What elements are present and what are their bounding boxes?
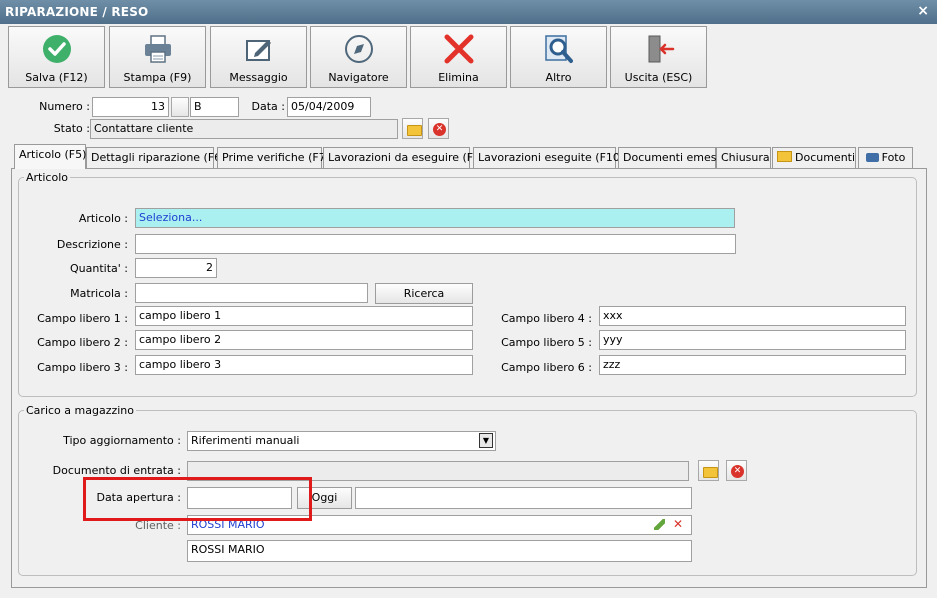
serie-field[interactable]: B xyxy=(190,97,239,117)
delete-x-icon xyxy=(411,33,506,67)
exit-door-icon xyxy=(611,33,706,67)
campo-libero-1-label: Campo libero 1 : xyxy=(37,312,128,325)
series-picker-button[interactable] xyxy=(171,97,189,117)
campo-libero-3-label: Campo libero 3 : xyxy=(37,361,128,374)
documento-open-button[interactable] xyxy=(698,460,719,481)
articolo-group-legend: Articolo xyxy=(24,171,70,184)
delete-button[interactable]: Elimina xyxy=(410,26,507,88)
campo-libero-4-field[interactable]: xxx xyxy=(599,306,906,326)
campo-libero-6-label: Campo libero 6 : xyxy=(501,361,592,374)
print-button[interactable]: Stampa (F9) xyxy=(109,26,206,88)
save-label: Salva (F12) xyxy=(25,71,88,84)
message-label: Messaggio xyxy=(229,71,288,84)
documento-clear-button[interactable]: ✕ xyxy=(726,460,747,481)
quantita-field[interactable]: 2 xyxy=(135,258,217,278)
date-field[interactable]: 05/04/2009 xyxy=(287,97,371,117)
other-button[interactable]: Altro xyxy=(510,26,607,88)
title-bar: RIPARAZIONE / RESO × xyxy=(0,0,937,24)
numero-field[interactable]: 13 xyxy=(92,97,169,117)
tipo-aggiornamento-value: Riferimenti manuali xyxy=(191,434,300,447)
tab-documenti-emessi[interactable]: Documenti emessi xyxy=(618,147,725,168)
stato-label: Stato : xyxy=(53,122,90,135)
checkmark-icon xyxy=(9,33,104,67)
articolo-field[interactable]: Seleziona... xyxy=(135,208,735,228)
tab-label: Foto xyxy=(881,151,906,164)
tab-foto[interactable]: Foto xyxy=(858,147,913,168)
navigator-button[interactable]: Navigatore xyxy=(310,26,407,88)
tab-lavorazioni-da-eseguire[interactable]: Lavorazioni da eseguire (F8) xyxy=(323,147,484,168)
compass-icon xyxy=(311,33,406,67)
quantita-label: Quantita' : xyxy=(70,262,128,275)
campo-libero-5-label: Campo libero 5 : xyxy=(501,336,592,349)
stato-field[interactable]: Contattare cliente xyxy=(90,119,398,139)
numero-label: Numero : xyxy=(39,100,90,113)
tab-chiusura[interactable]: Chiusura xyxy=(716,147,771,168)
magnifier-icon xyxy=(511,33,606,67)
close-icon[interactable]: × xyxy=(917,3,929,19)
cancel-circle-icon: ✕ xyxy=(433,123,446,136)
exit-button[interactable]: Uscita (ESC) xyxy=(610,26,707,88)
printer-icon xyxy=(110,33,205,67)
campo-libero-5-field[interactable]: yyy xyxy=(599,330,906,350)
other-label: Altro xyxy=(545,71,572,84)
chevron-down-icon[interactable]: ▼ xyxy=(479,433,493,448)
camera-icon xyxy=(865,153,879,162)
carico-group-legend: Carico a magazzino xyxy=(24,404,136,417)
tab-prime-verifiche[interactable]: Prime verifiche (F7) xyxy=(217,147,330,168)
tab-label: Prime verifiche (F7) xyxy=(222,151,330,164)
data-apertura-extra-field[interactable] xyxy=(355,487,692,509)
tipo-aggiornamento-label: Tipo aggiornamento : xyxy=(63,434,181,447)
tab-label: Chiusura xyxy=(721,151,770,164)
folder-icon xyxy=(703,467,718,478)
delete-x-icon[interactable]: ✕ xyxy=(673,517,683,531)
tab-documenti[interactable]: Documenti xyxy=(772,147,856,168)
stato-clear-button[interactable]: ✕ xyxy=(428,118,449,139)
folder-icon xyxy=(777,151,792,162)
tab-articolo[interactable]: Articolo (F5) xyxy=(14,144,86,169)
articolo-label: Articolo : xyxy=(78,212,128,225)
tab-dettagli-riparazione[interactable]: Dettagli riparazione (F6) xyxy=(86,147,225,168)
campo-libero-3-field[interactable]: campo libero 3 xyxy=(135,355,473,375)
print-label: Stampa (F9) xyxy=(123,71,192,84)
message-edit-icon xyxy=(211,33,306,67)
campo-libero-1-field[interactable]: campo libero 1 xyxy=(135,306,473,326)
tab-label: Documenti xyxy=(795,151,856,164)
tab-lavorazioni-eseguite[interactable]: Lavorazioni eseguite (F10) xyxy=(473,147,624,168)
campo-libero-2-label: Campo libero 2 : xyxy=(37,336,128,349)
descrizione-field[interactable] xyxy=(135,234,736,254)
campo-libero-6-field[interactable]: zzz xyxy=(599,355,906,375)
matricola-field[interactable] xyxy=(135,283,368,303)
ricerca-button[interactable]: Ricerca xyxy=(375,283,473,304)
stato-open-button[interactable] xyxy=(402,118,423,139)
tab-label: Documenti emessi xyxy=(623,151,726,164)
descrizione-label: Descrizione : xyxy=(56,238,128,251)
cliente-name-field[interactable]: ROSSI MARIO xyxy=(187,540,692,562)
window-title: RIPARAZIONE / RESO xyxy=(5,5,149,19)
delete-label: Elimina xyxy=(438,71,479,84)
cancel-circle-icon: ✕ xyxy=(731,465,744,478)
message-button[interactable]: Messaggio xyxy=(210,26,307,88)
tab-label: Articolo (F5) xyxy=(19,148,87,161)
highlight-box xyxy=(83,477,312,521)
navigator-label: Navigatore xyxy=(328,71,389,84)
tab-label: Lavorazioni eseguite (F10) xyxy=(478,151,625,164)
tab-label: Dettagli riparazione (F6) xyxy=(91,151,226,164)
matricola-label: Matricola : xyxy=(70,287,128,300)
folder-icon xyxy=(407,125,422,136)
exit-label: Uscita (ESC) xyxy=(624,71,693,84)
tab-label: Lavorazioni da eseguire (F8) xyxy=(328,151,485,164)
pencil-icon[interactable] xyxy=(654,519,665,530)
data-label: Data : xyxy=(251,100,285,113)
tipo-aggiornamento-select[interactable]: Riferimenti manuali ▼ xyxy=(187,431,496,451)
campo-libero-4-label: Campo libero 4 : xyxy=(501,312,592,325)
documento-entrata-label: Documento di entrata : xyxy=(52,464,181,477)
campo-libero-2-field[interactable]: campo libero 2 xyxy=(135,330,473,350)
save-button[interactable]: Salva (F12) xyxy=(8,26,105,88)
